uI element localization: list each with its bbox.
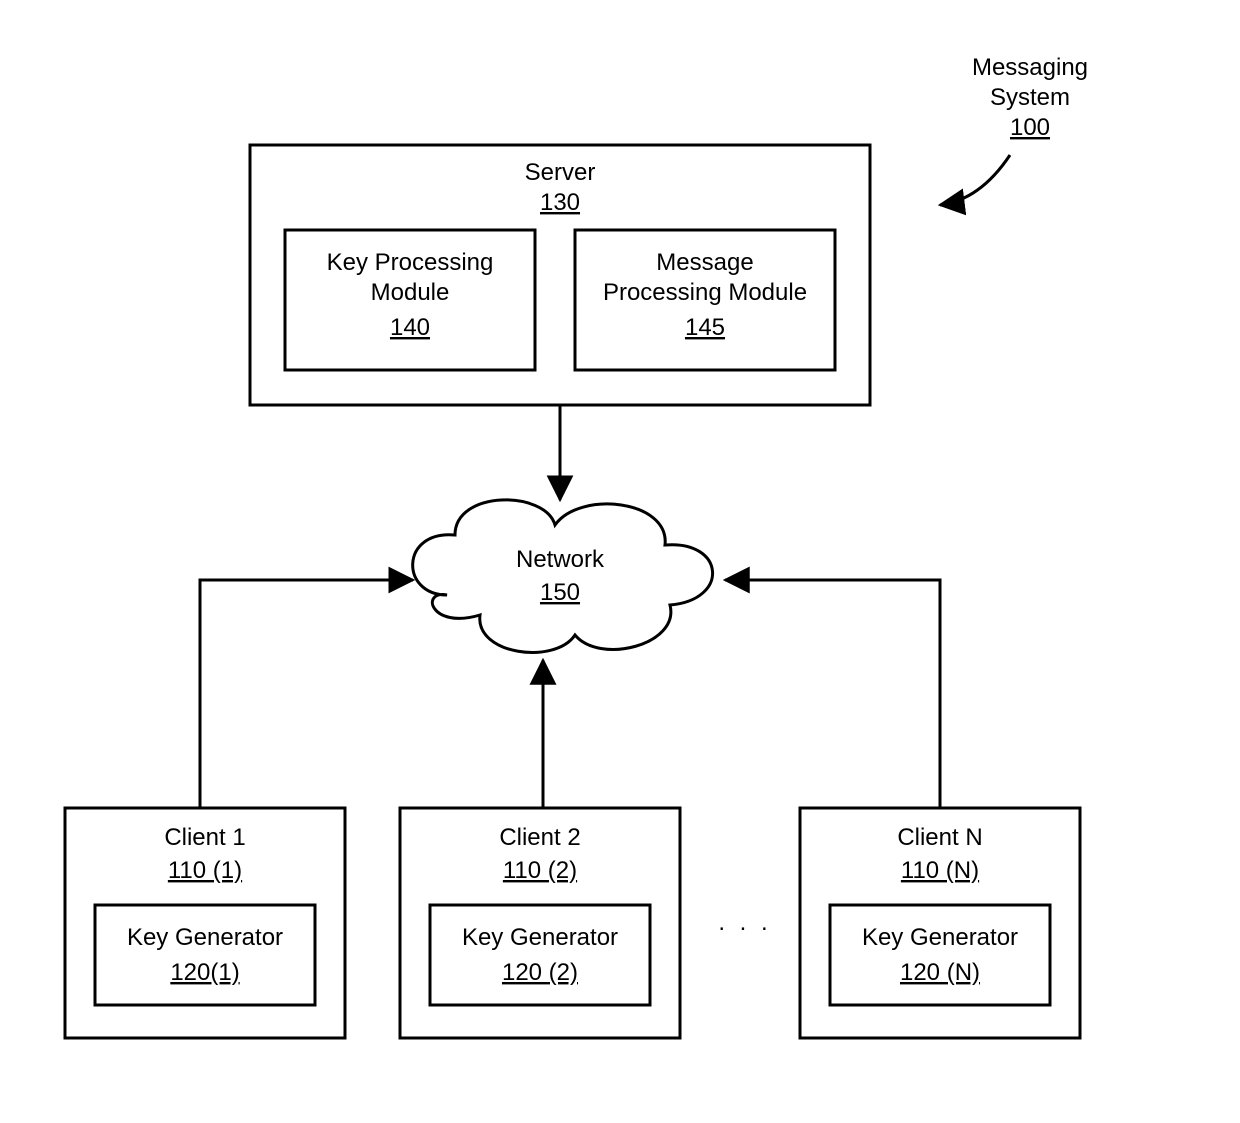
- server-ref: 130: [540, 189, 580, 216]
- arrow-client1-network: [200, 580, 413, 808]
- client-2-ref: 110 (2): [503, 857, 577, 884]
- client-1-box: Client 1 110 (1) Key Generator 120(1): [65, 808, 345, 1038]
- message-processing-module: Message Processing Module 145: [575, 230, 835, 370]
- server-box: Server 130 Key Processing Module 140 Mes…: [250, 145, 870, 405]
- client-1-ref: 110 (1): [168, 857, 242, 884]
- network-cloud: Network 150: [413, 500, 713, 653]
- client-n-box: Client N 110 (N) Key Generator 120 (N): [800, 808, 1080, 1038]
- client-n-keygen-label: Key Generator: [862, 924, 1018, 951]
- client-n-keygen: Key Generator 120 (N): [830, 905, 1050, 1005]
- msg-module-ref: 145: [685, 314, 725, 341]
- title-ref: 100: [1010, 114, 1050, 141]
- title-line2: System: [990, 84, 1070, 111]
- key-processing-module: Key Processing Module 140: [285, 230, 535, 370]
- client-1-label: Client 1: [164, 824, 245, 851]
- client-1-keygen-ref: 120(1): [170, 959, 239, 986]
- title-arrow: [940, 155, 1010, 205]
- title-line1: Messaging: [972, 54, 1088, 81]
- client-1-keygen-label: Key Generator: [127, 924, 283, 951]
- clients-ellipsis: . . .: [718, 909, 771, 936]
- key-module-line2: Module: [371, 279, 450, 306]
- msg-module-line1: Message: [656, 249, 753, 276]
- system-title: Messaging System 100: [940, 54, 1088, 205]
- server-label: Server: [525, 159, 596, 186]
- network-ref: 150: [540, 579, 580, 606]
- client-2-label: Client 2: [499, 824, 580, 851]
- client-2-keygen-label: Key Generator: [462, 924, 618, 951]
- msg-module-line2: Processing Module: [603, 279, 807, 306]
- key-module-ref: 140: [390, 314, 430, 341]
- arrow-clientn-network: [725, 580, 940, 808]
- client-n-label: Client N: [897, 824, 982, 851]
- network-label: Network: [516, 546, 605, 573]
- client-2-keygen: Key Generator 120 (2): [430, 905, 650, 1005]
- client-1-keygen: Key Generator 120(1): [95, 905, 315, 1005]
- client-n-keygen-ref: 120 (N): [900, 959, 980, 986]
- diagram-canvas: Messaging System 100 Server 130 Key Proc…: [0, 0, 1240, 1123]
- client-n-ref: 110 (N): [901, 857, 979, 884]
- client-2-box: Client 2 110 (2) Key Generator 120 (2): [400, 808, 680, 1038]
- client-2-keygen-ref: 120 (2): [502, 959, 578, 986]
- key-module-line1: Key Processing: [327, 249, 494, 276]
